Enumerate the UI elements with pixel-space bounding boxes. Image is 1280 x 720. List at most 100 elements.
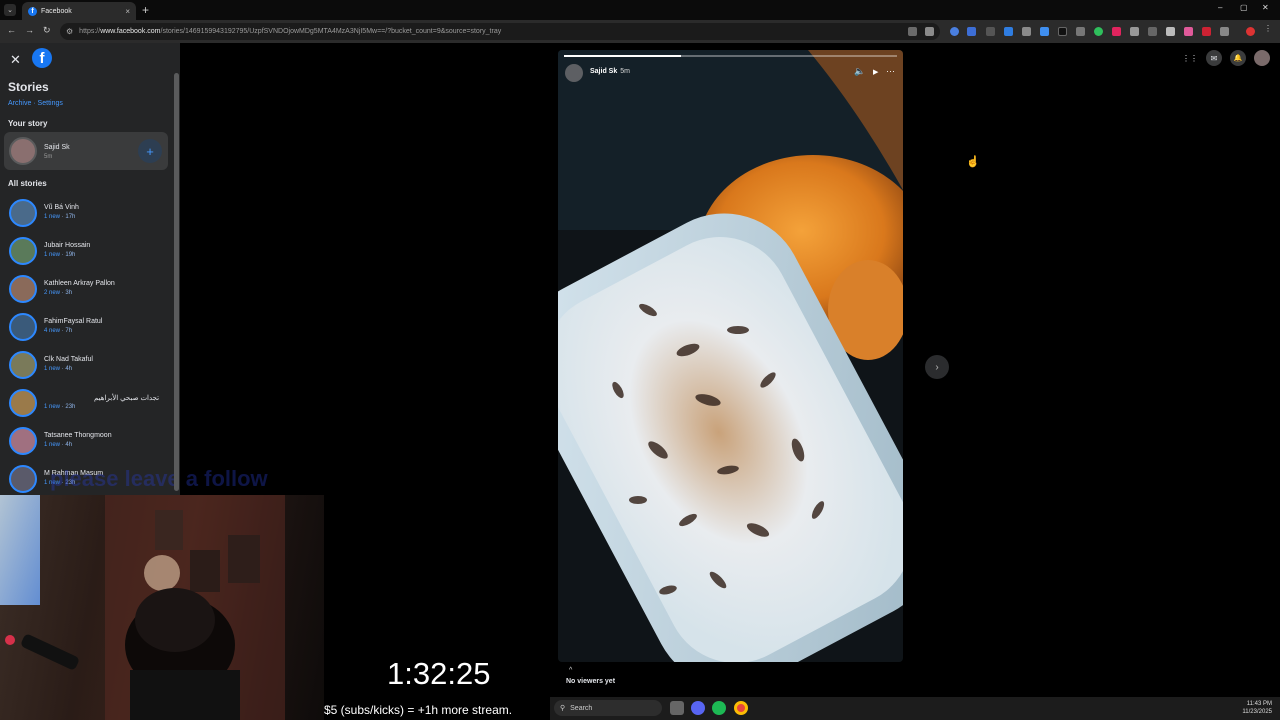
avatar [9,465,37,493]
site-info-icon[interactable]: ⚙ [66,27,73,36]
cast-icon[interactable] [908,27,917,36]
reload-button[interactable]: ↻ [43,25,51,36]
task-view-icon[interactable] [670,701,684,715]
browser-menu-icon[interactable]: ⋮ [1264,24,1273,33]
webcam-overlay [0,495,324,720]
extensions-puzzle-icon[interactable] [1220,27,1229,36]
taskbar-clock[interactable]: 11:43 PM 11/23/2025 [1242,700,1272,716]
next-story-button[interactable]: › [925,355,949,379]
stream-overlay-text: please leave a follow [50,466,268,491]
account-avatar[interactable] [1254,50,1270,66]
tab-facebook[interactable]: f Facebook × [22,2,136,20]
webcam-image [0,495,285,720]
clock-date: 11/23/2025 [1242,709,1272,715]
story-author[interactable]: Sajid Sk 5m [590,68,630,75]
search-icon: ⚲ [560,705,566,712]
extension-icon[interactable] [1148,27,1157,36]
add-story-button[interactable]: + [138,139,162,163]
notifications-icon[interactable]: 🔔 [1230,50,1246,66]
play-icon[interactable]: ▶ [873,68,878,76]
avatar [9,275,37,303]
story-meta: 2 new · 3h [44,290,72,296]
mouse-cursor-icon: ☝ [966,156,980,168]
story-meta: 1 new · 17h [44,214,75,220]
my-story-time: 5m [44,154,53,160]
story-author-name: Jubair Hossain [44,242,91,249]
new-count: 4 new [44,328,61,334]
facebook-logo-icon[interactable]: f [32,48,52,68]
story-time: 5m [620,68,630,75]
story-list-item[interactable]: Tatsanee Thongmoon 1 new · 4h [0,426,170,462]
extension-icon[interactable] [1004,27,1013,36]
new-count: 1 new [44,366,61,372]
chrome-icon[interactable] [734,701,748,715]
avatar [9,427,37,455]
extension-icon[interactable] [1112,27,1121,36]
extension-icon[interactable] [1202,27,1211,36]
story-meta: 1 new · 4h [44,442,72,448]
story-list-item[interactable]: تجدات صبحي الأبراهيم 1 new · 23h [0,388,170,424]
menu-grid-icon[interactable]: ⋮⋮ [1182,50,1198,66]
discord-icon[interactable] [691,701,705,715]
no-viewers-label[interactable]: No viewers yet [566,678,615,685]
extension-icon[interactable] [1130,27,1139,36]
new-count: 1 new [44,252,61,258]
story-time: 4h [65,366,73,372]
messenger-icon[interactable]: ✉ [1206,50,1222,66]
extension-icon[interactable] [1040,27,1049,36]
story-author-name: Clk Nad Takaful [44,356,93,363]
new-tab-button[interactable]: + [142,3,149,17]
story-time: 23h [65,404,76,410]
url-path: /stories/1469159943192795/UzpfSVNDOjowMD… [160,28,502,35]
close-stories-button[interactable]: ✕ [10,52,21,68]
tab-title: Facebook [41,7,72,15]
extension-icon[interactable] [967,27,976,36]
profile-avatar-icon[interactable] [1246,27,1255,36]
avatar [9,389,37,417]
story-author-name: Kathleen Arkray Pallon [44,280,115,287]
tab-search-button[interactable]: ⌄ [4,4,16,16]
extension-icon[interactable] [1166,27,1175,36]
forward-button[interactable]: → [25,25,34,35]
minimize-button[interactable]: – [1218,3,1222,12]
url-domain: www.facebook.com [100,28,161,35]
bookmark-star-icon[interactable] [925,27,934,36]
author-avatar[interactable] [565,64,583,82]
sidebar-scrollbar[interactable] [174,73,179,491]
new-count: 1 new [44,442,61,448]
window-close-button[interactable]: ✕ [1262,3,1269,12]
extension-icon[interactable] [986,27,995,36]
my-story-item[interactable]: Sajid Sk 5m + [4,132,168,170]
story-viewer[interactable]: Sajid Sk 5m 🔈 ▶ ··· [558,50,903,662]
tab-close-icon[interactable]: × [125,7,130,16]
mute-icon[interactable]: 🔈 [854,66,865,77]
story-list-item[interactable]: Kathleen Arkray Pallon 2 new · 3h [0,274,170,310]
more-options-icon[interactable]: ··· [886,66,895,76]
spotify-icon[interactable] [712,701,726,715]
extension-icon[interactable] [1076,27,1085,36]
story-list-item[interactable]: Clk Nad Takaful 1 new · 4h [0,350,170,386]
extension-icon[interactable] [950,27,959,36]
extension-icon[interactable] [1022,27,1031,36]
story-author-name: تجدات صبحي الأبراهيم [94,395,160,402]
new-count: 2 new [44,290,61,296]
archive-settings-links[interactable]: Archive · Settings [8,100,63,107]
facebook-favicon-icon: f [28,6,37,16]
story-time: 17h [65,214,76,220]
story-list-item[interactable]: Jubair Hossain 1 new · 19h [0,236,170,272]
extension-icon[interactable] [1094,27,1103,36]
my-story-name: Sajid Sk [44,144,70,151]
story-progress-fill [564,55,681,57]
back-button[interactable]: ← [7,25,16,35]
extension-icon[interactable] [1058,27,1067,36]
browser-tab-strip: ⌄ f Facebook × + – ▢ ✕ [0,0,1280,20]
taskbar-search[interactable]: ⚲ Search [554,700,662,716]
story-meta: 4 new · 7h [44,328,72,334]
story-list-item[interactable]: Vũ Bá Vinh 1 new · 17h [0,198,170,234]
story-author-name: Tatsanee Thongmoon [44,432,112,439]
address-bar[interactable]: ⚙ https://www.facebook.com/stories/14691… [60,23,940,40]
extension-icon[interactable] [1184,27,1193,36]
story-list-item[interactable]: FahimFaysal Ratul 4 new · 7h [0,312,170,348]
restore-button[interactable]: ▢ [1240,3,1248,12]
chevron-up-icon[interactable]: ^ [569,667,572,674]
